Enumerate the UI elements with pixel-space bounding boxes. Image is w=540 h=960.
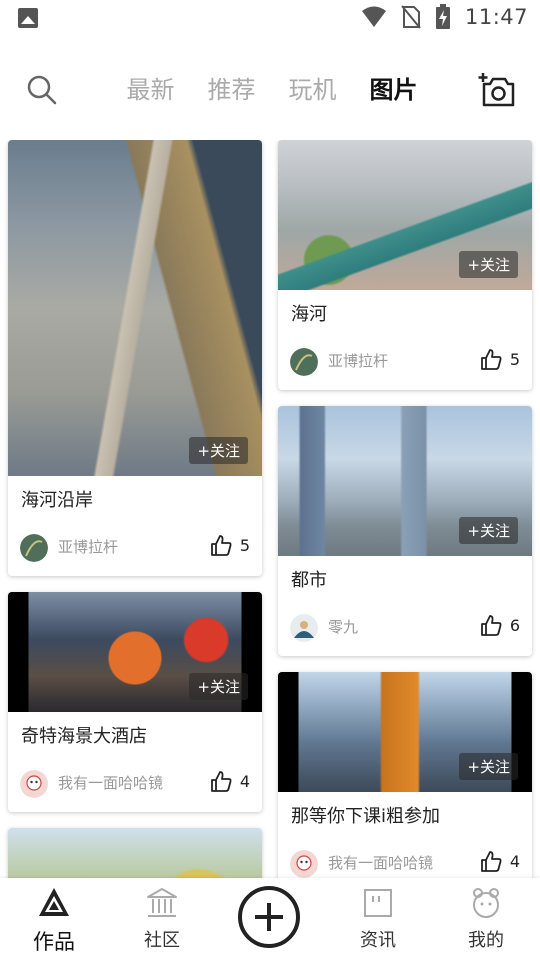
like-count: 6 <box>509 615 520 635</box>
follow-button[interactable]: +关注 <box>459 251 518 278</box>
author-name[interactable]: 我有一面哈哈镜 <box>328 852 433 873</box>
thumbs-up-icon <box>210 535 232 556</box>
nav-community-label: 社区 <box>144 930 180 951</box>
gallery-notification-icon <box>18 8 38 28</box>
post-card[interactable]: +关注 海河沿岸 亚博拉杆 5 <box>8 140 262 576</box>
like-count: 5 <box>239 535 250 555</box>
post-card[interactable]: +关注 海河 亚博拉杆 5 <box>278 140 532 390</box>
nav-community[interactable]: 社区 <box>122 886 202 952</box>
feed-column-right: +关注 海河 亚博拉杆 5 +关注 都市 零九 6 +关注 那等你下课i粗参加 … <box>278 140 532 878</box>
post-meta: 亚博拉杆 5 <box>278 340 532 390</box>
like-count: 4 <box>509 851 520 871</box>
follow-button[interactable]: +关注 <box>189 437 248 464</box>
post-meta: 零九 6 <box>278 606 532 656</box>
author-name[interactable]: 零九 <box>328 616 358 637</box>
like-button[interactable]: 5 <box>480 348 520 370</box>
avatar[interactable] <box>20 770 48 798</box>
nav-profile-label: 我的 <box>468 930 504 951</box>
profile-face-icon <box>473 888 499 918</box>
thumbs-up-icon <box>480 349 502 370</box>
post-meta: 我有一面哈哈镜 4 <box>278 842 532 878</box>
nav-profile[interactable]: 我的 <box>446 886 526 952</box>
author-name[interactable]: 我有一面哈哈镜 <box>58 772 163 793</box>
status-bar: 11:47 <box>0 0 540 38</box>
create-post-button[interactable] <box>238 886 300 948</box>
tab-pictures[interactable]: 图片 <box>353 72 434 108</box>
post-image[interactable]: +关注 <box>278 140 532 290</box>
avatar[interactable] <box>20 534 48 562</box>
avatar[interactable] <box>290 850 318 878</box>
like-button[interactable]: 5 <box>210 534 250 556</box>
post-image[interactable]: +关注 <box>278 406 532 556</box>
post-meta: 我有一面哈哈镜 4 <box>8 762 262 812</box>
tab-play[interactable]: 玩机 <box>272 72 353 108</box>
nav-news-label: 资讯 <box>360 930 396 951</box>
post-card[interactable]: +关注 那等你下课i粗参加 我有一面哈哈镜 4 <box>278 672 532 878</box>
category-tabs: 最新 推荐 玩机 图片 <box>110 72 434 108</box>
post-card[interactable]: +关注 都市 零九 6 <box>278 406 532 656</box>
works-triangle-icon <box>39 888 69 916</box>
post-title: 海河沿岸 <box>21 490 93 511</box>
thumbs-up-icon <box>210 771 232 792</box>
camera-add-icon[interactable] <box>478 72 516 108</box>
post-title: 都市 <box>291 570 327 591</box>
like-count: 5 <box>509 349 520 369</box>
avatar[interactable] <box>290 614 318 642</box>
like-button[interactable]: 6 <box>480 614 520 636</box>
news-icon <box>364 889 392 917</box>
avatar[interactable] <box>290 348 318 376</box>
tab-latest[interactable]: 最新 <box>110 72 191 108</box>
follow-button[interactable]: +关注 <box>189 673 248 700</box>
post-image[interactable]: +关注 <box>8 592 262 712</box>
thumbs-up-icon <box>480 851 502 872</box>
tab-recommended[interactable]: 推荐 <box>191 72 272 108</box>
status-indicators: 11:47 <box>361 4 528 30</box>
post-meta: 亚博拉杆 5 <box>8 526 262 576</box>
post-card[interactable]: +关注 奇特海景大酒店 我有一面哈哈镜 4 <box>8 592 262 812</box>
like-count: 4 <box>239 771 250 791</box>
follow-button[interactable]: +关注 <box>459 517 518 544</box>
nav-news[interactable]: 资讯 <box>338 886 418 952</box>
thumbs-up-icon <box>480 615 502 636</box>
follow-button[interactable]: +关注 <box>459 753 518 780</box>
like-button[interactable]: 4 <box>480 850 520 872</box>
author-name[interactable]: 亚博拉杆 <box>58 536 118 557</box>
nav-works[interactable]: 作品 <box>14 886 94 956</box>
post-title: 奇特海景大酒店 <box>21 726 147 747</box>
bottom-navigation: 作品 社区 资讯 我的 <box>0 878 540 960</box>
search-icon[interactable] <box>26 74 58 106</box>
nav-works-label: 作品 <box>33 930 75 954</box>
picture-feed[interactable]: +关注 海河沿岸 亚博拉杆 5 +关注 奇特海景大酒店 我有一面哈哈镜 4 +关… <box>0 140 540 878</box>
top-navigation: 最新 推荐 玩机 图片 <box>0 60 540 122</box>
community-building-icon <box>147 888 177 917</box>
post-image[interactable]: +关注 <box>278 672 532 792</box>
post-image[interactable] <box>8 828 262 878</box>
wifi-icon <box>361 6 386 27</box>
battery-charging-icon <box>435 4 450 29</box>
post-title: 那等你下课i粗参加 <box>291 806 441 827</box>
post-card[interactable] <box>8 828 262 878</box>
post-title: 海河 <box>291 304 327 325</box>
feed-column-left: +关注 海河沿岸 亚博拉杆 5 +关注 奇特海景大酒店 我有一面哈哈镜 4 <box>8 140 262 878</box>
status-time: 11:47 <box>464 5 528 29</box>
author-name[interactable]: 亚博拉杆 <box>328 350 388 371</box>
no-sim-icon <box>401 5 421 29</box>
post-image[interactable]: +关注 <box>8 140 262 476</box>
like-button[interactable]: 4 <box>210 770 250 792</box>
